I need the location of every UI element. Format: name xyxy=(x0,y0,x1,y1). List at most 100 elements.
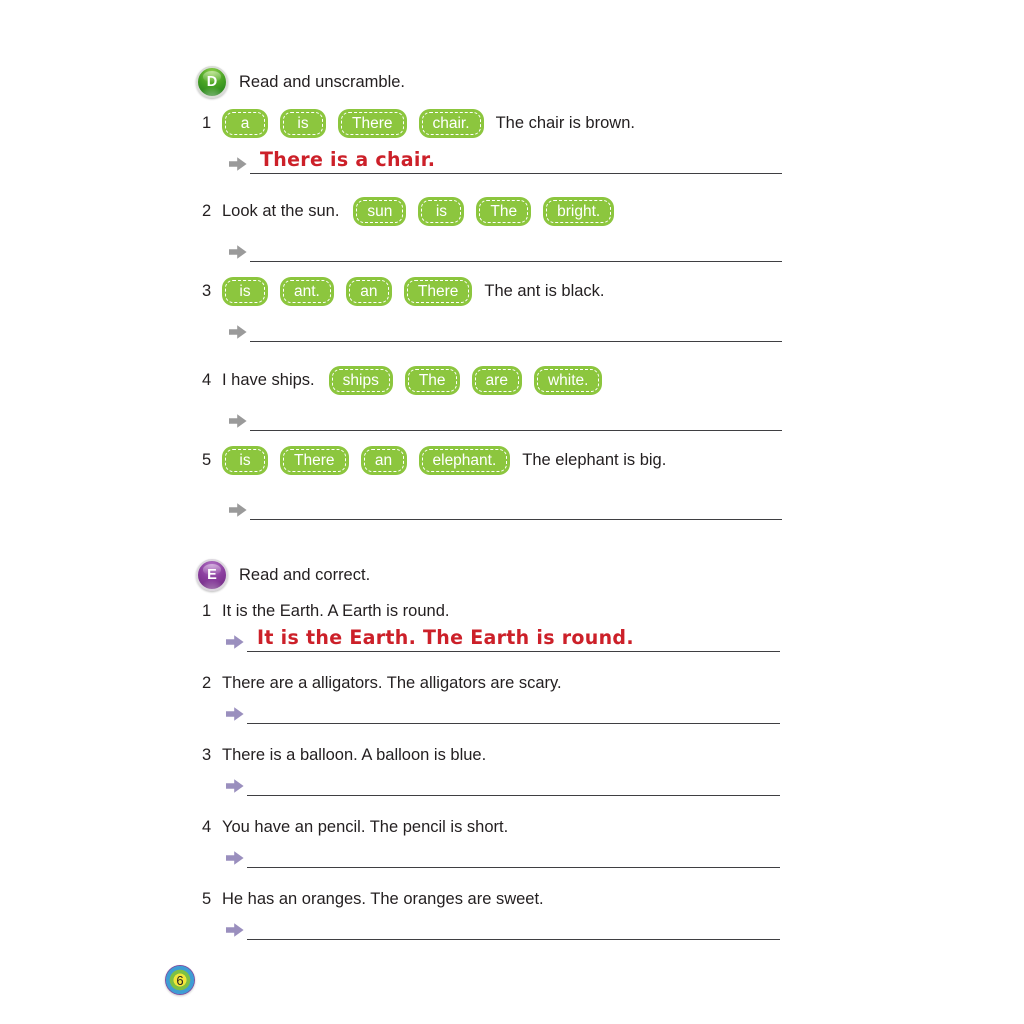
page-number-label: 6 xyxy=(176,972,184,988)
word-tile-label: is xyxy=(435,202,448,220)
answer-row xyxy=(225,842,780,868)
word-tile-label: chair. xyxy=(432,114,470,132)
word-tile[interactable]: The xyxy=(404,366,460,395)
arrow-icon xyxy=(226,851,244,865)
word-tile[interactable]: is xyxy=(418,197,465,226)
word-tile-label: a xyxy=(240,114,250,132)
word-tile[interactable]: ant. xyxy=(280,277,334,306)
question-number: 1 xyxy=(202,114,212,132)
answer-row: There is a chair. xyxy=(228,148,782,174)
word-tile-group: is There an elephant. xyxy=(222,446,511,475)
arrow-icon xyxy=(226,707,244,721)
question-row: 2 There are a alligators. The alligators… xyxy=(202,674,562,693)
word-tile-label: sun xyxy=(367,202,393,220)
section-badge-letter: E xyxy=(207,566,217,583)
word-tile[interactable]: is xyxy=(222,446,268,475)
word-tile-label: ships xyxy=(342,371,379,389)
word-tile-label: an xyxy=(374,451,393,469)
answer-line[interactable] xyxy=(250,405,782,431)
word-tile[interactable]: There xyxy=(403,277,473,306)
question-number: 1 xyxy=(202,602,212,620)
answer-line[interactable] xyxy=(247,914,780,940)
question-row: 2 Look at the sun. sun is The bright. xyxy=(202,197,615,226)
answer-line[interactable] xyxy=(247,770,780,796)
question-row: 3 is ant. an There The ant is black. xyxy=(202,277,605,306)
answer-line[interactable]: There is a chair. xyxy=(250,148,782,174)
word-tile-group: ships The are white. xyxy=(328,366,603,395)
question-number: 2 xyxy=(202,674,212,692)
answer-line[interactable] xyxy=(247,842,780,868)
word-tile[interactable]: is xyxy=(280,109,326,138)
word-tile[interactable]: chair. xyxy=(418,109,484,138)
word-tile[interactable]: sun xyxy=(353,197,407,226)
question-number: 3 xyxy=(202,746,212,764)
word-tile[interactable]: an xyxy=(345,277,392,306)
word-tile[interactable]: There xyxy=(280,446,349,475)
arrow-icon xyxy=(226,923,244,937)
question-sentence: He has an oranges. The oranges are sweet… xyxy=(222,890,544,908)
section-title-d: Read and unscramble. xyxy=(239,72,406,91)
word-tile-group: is ant. an There xyxy=(222,277,473,306)
question-sentence: The elephant is big. xyxy=(522,451,667,469)
answer-row xyxy=(225,770,780,796)
word-tile-group: a is There chair. xyxy=(222,109,484,138)
word-tile[interactable]: elephant. xyxy=(418,446,511,475)
word-tile[interactable]: an xyxy=(360,446,407,475)
answer-line[interactable] xyxy=(250,316,782,342)
answer-line[interactable]: It is the Earth. The Earth is round. xyxy=(247,626,780,652)
word-tile-label: bright. xyxy=(557,202,601,220)
answer-line[interactable] xyxy=(247,698,780,724)
word-tile-label: an xyxy=(360,282,378,300)
arrow-icon xyxy=(226,635,244,649)
word-tile[interactable]: is xyxy=(222,277,268,306)
word-tile[interactable]: white. xyxy=(533,366,603,395)
word-tile-label: is xyxy=(239,282,251,300)
question-sentence: You have an pencil. The pencil is short. xyxy=(222,818,509,836)
word-tile[interactable]: bright. xyxy=(543,197,615,226)
question-number: 5 xyxy=(202,890,212,908)
word-tile[interactable]: The xyxy=(476,197,532,226)
answer-row xyxy=(228,316,782,342)
answer-line[interactable] xyxy=(250,236,782,262)
arrow-icon xyxy=(229,414,247,428)
answer-line[interactable] xyxy=(250,494,782,520)
question-row: 1 a is There chair. The chair is brown. xyxy=(202,109,635,138)
question-number: 3 xyxy=(202,282,212,300)
answer-row xyxy=(228,405,782,431)
word-tile-label: The xyxy=(490,202,518,220)
question-number: 4 xyxy=(202,818,212,836)
section-badge-letter: D xyxy=(206,73,218,90)
answer-text: There is a chair. xyxy=(260,148,436,171)
question-sentence: Look at the sun. xyxy=(222,202,340,220)
arrow-icon xyxy=(229,325,247,339)
question-number: 5 xyxy=(202,451,212,469)
answer-row xyxy=(225,698,780,724)
word-tile-group: sun is The bright. xyxy=(353,197,615,226)
question-sentence: The chair is brown. xyxy=(495,114,635,132)
answer-row xyxy=(228,494,782,520)
question-number: 2 xyxy=(202,202,212,220)
question-row: 4 I have ships. ships The are white. xyxy=(202,366,603,395)
question-row: 5 He has an oranges. The oranges are swe… xyxy=(202,890,544,909)
word-tile-label: There xyxy=(352,114,393,132)
word-tile[interactable]: a xyxy=(222,109,268,138)
answer-row: It is the Earth. The Earth is round. xyxy=(225,626,780,652)
word-tile-label: ant. xyxy=(294,282,320,300)
question-row: 4 You have an pencil. The pencil is shor… xyxy=(202,818,508,837)
word-tile-label: is xyxy=(239,451,251,469)
question-sentence: The ant is black. xyxy=(484,282,605,300)
word-tile[interactable]: There xyxy=(338,109,407,138)
question-row: 5 is There an elephant. The elephant is … xyxy=(202,446,666,475)
word-tile[interactable]: are xyxy=(471,366,522,395)
word-tile-label: There xyxy=(294,451,335,469)
answer-row xyxy=(225,914,780,940)
question-sentence: I have ships. xyxy=(222,371,315,389)
section-badge-d: D xyxy=(196,66,228,98)
word-tile-label: white. xyxy=(547,371,589,389)
word-tile-label: elephant. xyxy=(432,451,497,469)
page-number-badge: 6 xyxy=(165,965,195,995)
answer-row xyxy=(228,236,782,262)
word-tile[interactable]: ships xyxy=(328,366,393,395)
section-badge-e: E xyxy=(196,559,228,591)
worksheet-page: D Read and unscramble. 1 a is There chai… xyxy=(0,0,1024,1024)
